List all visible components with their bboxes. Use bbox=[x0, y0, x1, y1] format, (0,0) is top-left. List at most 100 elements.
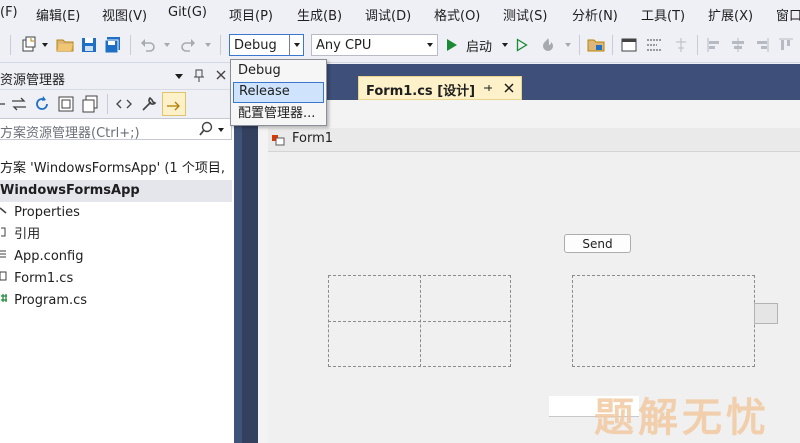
solution-node[interactable]: 方案 'WindowsFormsApp' (1 个项目, bbox=[0, 158, 225, 180]
menu-tools[interactable]: 工具(T) bbox=[641, 5, 685, 24]
close-tab-icon[interactable] bbox=[503, 82, 515, 98]
start-debugging-button[interactable]: 启动 bbox=[466, 36, 500, 55]
menu-test[interactable]: 测试(S) bbox=[503, 5, 547, 24]
toolbar-separator bbox=[579, 35, 580, 55]
solution-platform-select[interactable]: Any CPU bbox=[311, 34, 438, 56]
redo-icon[interactable] bbox=[178, 36, 198, 54]
collapse-all-icon[interactable] bbox=[57, 95, 75, 117]
vscrollbar-control[interactable] bbox=[754, 303, 778, 324]
menu-window[interactable]: 窗口 bbox=[776, 5, 800, 24]
tab-form1-designer[interactable]: Form1.cs [设计] bbox=[358, 76, 522, 100]
properties-wrench-icon[interactable] bbox=[140, 95, 158, 117]
pin-icon[interactable] bbox=[483, 82, 493, 98]
tree-item-form1[interactable]: Form1.cs bbox=[0, 268, 73, 290]
search-options-icon[interactable] bbox=[218, 128, 224, 132]
save-icon[interactable] bbox=[79, 36, 99, 54]
menu-format[interactable]: 格式(O) bbox=[434, 5, 480, 24]
menu-view[interactable]: 视图(V) bbox=[102, 5, 147, 24]
align-middle-icon[interactable] bbox=[728, 36, 748, 54]
tree-item-label: Form1.cs bbox=[14, 271, 74, 286]
tree-item-label: App.config bbox=[14, 249, 84, 264]
tree-item-references[interactable]: 引用 bbox=[0, 224, 40, 246]
config-file-icon bbox=[0, 246, 10, 268]
menu-file[interactable]: (F) bbox=[0, 5, 18, 20]
solution-search-placeholder: 方案资源管理器(Ctrl+;) bbox=[0, 126, 140, 141]
tree-item-properties[interactable]: Properties bbox=[0, 202, 80, 224]
menu-edit[interactable]: 编辑(E) bbox=[36, 5, 80, 24]
tree-item-program[interactable]: Program.cs bbox=[0, 290, 87, 312]
csharp-file-icon bbox=[0, 290, 10, 312]
toolbar-grip bbox=[10, 35, 11, 55]
solution-search-box[interactable]: 方案资源管理器(Ctrl+;) bbox=[0, 118, 232, 141]
toolbar-separator bbox=[697, 35, 698, 55]
solution-node-label: 方案 'WindowsFormsApp' (1 个项目, bbox=[0, 161, 225, 176]
form-icon bbox=[272, 133, 286, 151]
preview-selected-icon[interactable] bbox=[162, 92, 186, 116]
home-icon[interactable] bbox=[0, 95, 6, 117]
solution-config-select[interactable]: Debug bbox=[229, 34, 304, 56]
solution-explorer: 资源管理器 方案资源管理器(Ctrl+;) 方案 'WindowsFormsAp… bbox=[0, 64, 234, 443]
show-all-files-icon[interactable] bbox=[81, 95, 99, 117]
code-view-icon[interactable] bbox=[115, 95, 133, 117]
align-center-icon[interactable] bbox=[671, 36, 691, 54]
close-icon[interactable] bbox=[215, 69, 227, 85]
config-option-debug[interactable]: Debug bbox=[233, 61, 324, 82]
menu-extensions[interactable]: 扩展(X) bbox=[708, 5, 753, 24]
config-option-release[interactable]: Release bbox=[233, 82, 324, 103]
project-node-label: WindowsFormsApp bbox=[0, 183, 140, 198]
start-without-debugging-icon[interactable] bbox=[514, 36, 530, 54]
toolbar-separator bbox=[130, 35, 131, 55]
chevron-down-icon[interactable] bbox=[423, 35, 437, 55]
menu-analyze[interactable]: 分析(N) bbox=[572, 5, 618, 24]
config-option-manager[interactable]: 配置管理器... bbox=[233, 104, 324, 125]
toolbar-separator bbox=[612, 35, 613, 55]
align-left-icon[interactable] bbox=[704, 36, 724, 54]
play-icon[interactable] bbox=[444, 36, 460, 54]
project-node[interactable]: WindowsFormsApp bbox=[0, 180, 232, 202]
toolbar-separator bbox=[220, 35, 221, 55]
toolbar: Debug Any CPU 启动 bbox=[0, 27, 800, 63]
menu-build[interactable]: 生成(B) bbox=[297, 5, 342, 24]
align-top-icon[interactable] bbox=[776, 36, 796, 54]
save-all-icon[interactable] bbox=[103, 36, 123, 54]
open-folder-icon[interactable] bbox=[55, 36, 75, 54]
solution-explorer-toolbar bbox=[0, 90, 234, 118]
form-file-icon bbox=[0, 268, 10, 290]
solution-config-dropdown: Debug Release 配置管理器... bbox=[230, 59, 327, 126]
chevron-down-icon[interactable] bbox=[289, 35, 303, 55]
search-icon[interactable] bbox=[198, 121, 214, 141]
panel-container[interactable] bbox=[572, 275, 755, 367]
wrench-icon bbox=[0, 202, 10, 224]
refresh-icon[interactable] bbox=[33, 95, 51, 117]
redo-dropdown-icon[interactable] bbox=[203, 36, 213, 54]
start-dropdown-icon[interactable] bbox=[500, 36, 510, 54]
new-project-icon[interactable] bbox=[18, 36, 40, 54]
chevron-down-icon[interactable] bbox=[40, 36, 50, 54]
form-title: Form1 bbox=[292, 131, 334, 146]
folder-icon[interactable] bbox=[586, 36, 606, 54]
tree-item-app-config[interactable]: App.config bbox=[0, 246, 83, 268]
reference-icon bbox=[0, 224, 10, 246]
panel-menu-icon[interactable] bbox=[175, 74, 183, 79]
solution-platform-value: Any CPU bbox=[316, 37, 372, 53]
window-layout-icon[interactable] bbox=[619, 36, 639, 54]
undo-dropdown-icon[interactable] bbox=[162, 36, 172, 54]
tree-item-label: Program.cs bbox=[14, 293, 88, 308]
menu-git[interactable]: Git(G) bbox=[168, 5, 207, 20]
hot-reload-icon[interactable] bbox=[537, 36, 559, 54]
align-icon[interactable] bbox=[643, 36, 665, 54]
menu-bar: (F) 编辑(E) 视图(V) Git(G) 项目(P) 生成(B) 调试(D)… bbox=[0, 0, 800, 27]
menu-project[interactable]: 项目(P) bbox=[229, 5, 273, 24]
hot-reload-dropdown-icon[interactable] bbox=[563, 36, 573, 54]
solution-explorer-title: 资源管理器 bbox=[0, 73, 66, 88]
pin-icon[interactable] bbox=[193, 69, 205, 87]
form-title-bar[interactable]: Form1 bbox=[268, 128, 800, 152]
table-row-divider bbox=[328, 321, 511, 322]
solution-config-value: Debug bbox=[234, 37, 277, 53]
send-button[interactable]: Send bbox=[564, 234, 631, 253]
menu-debug[interactable]: 调试(D) bbox=[365, 5, 411, 24]
toolbar-separator bbox=[107, 94, 108, 114]
undo-icon[interactable] bbox=[138, 36, 158, 54]
align-right-icon[interactable] bbox=[752, 36, 772, 54]
sync-icon[interactable] bbox=[10, 95, 28, 117]
